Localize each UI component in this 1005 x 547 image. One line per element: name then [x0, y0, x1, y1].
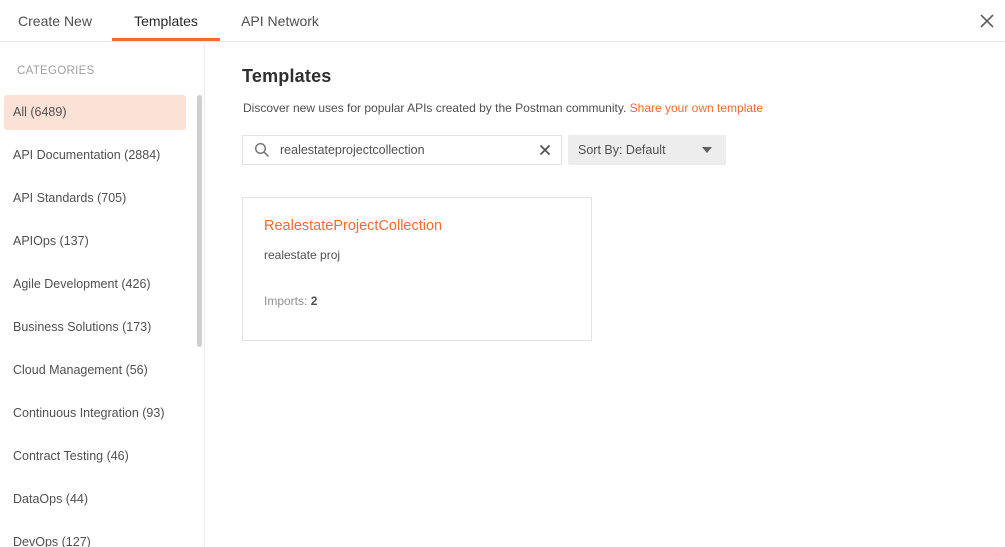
template-card-title[interactable]: RealestateProjectCollection: [264, 218, 442, 234]
template-card-imports: Imports: 2: [264, 294, 317, 308]
sort-label: Sort By: Default: [578, 143, 666, 157]
category-business-solutions[interactable]: Business Solutions (173): [4, 310, 186, 345]
categories-heading: CATEGORIES: [17, 65, 95, 77]
template-card[interactable]: RealestateProjectCollection realestate p…: [242, 197, 592, 341]
category-cloud-management[interactable]: Cloud Management (56): [4, 353, 186, 388]
share-template-link[interactable]: Share your own template: [630, 101, 763, 115]
close-icon: [980, 14, 994, 28]
sidebar-scrollbar-thumb[interactable]: [197, 95, 202, 347]
imports-label: Imports:: [264, 294, 308, 308]
imports-count: 2: [310, 294, 318, 308]
category-apiops[interactable]: APIOps (137): [4, 224, 186, 259]
category-api-documentation[interactable]: API Documentation (2884): [4, 138, 186, 173]
tab-api-network[interactable]: API Network: [222, 0, 338, 42]
search-input[interactable]: [280, 140, 530, 160]
tab-templates[interactable]: Templates: [112, 0, 220, 42]
close-button[interactable]: [974, 8, 1000, 34]
page-title: Templates: [242, 66, 332, 86]
clear-search-icon[interactable]: [538, 143, 552, 157]
sort-dropdown[interactable]: Sort By: Default: [568, 135, 726, 165]
category-devops[interactable]: DevOps (127): [4, 525, 186, 547]
category-continuous-integration[interactable]: Continuous Integration (93): [4, 396, 186, 431]
category-dataops[interactable]: DataOps (44): [4, 482, 186, 517]
template-card-description: realestate proj: [264, 248, 341, 262]
caret-down-icon: [702, 147, 712, 153]
active-tab-indicator: [112, 38, 220, 41]
search-icon: [254, 142, 270, 158]
category-agile-development[interactable]: Agile Development (426): [4, 267, 186, 302]
page-subtitle: Discover new uses for popular APIs creat…: [243, 101, 763, 115]
top-tab-bar: Create New Templates API Network: [0, 0, 1005, 42]
category-all[interactable]: All (6489): [4, 95, 186, 130]
search-field[interactable]: [242, 135, 562, 165]
categories-sidebar: CATEGORIES All (6489) API Documentation …: [0, 43, 205, 547]
category-api-standards[interactable]: API Standards (705): [4, 181, 186, 216]
subtitle-text: Discover new uses for popular APIs creat…: [243, 101, 627, 115]
tab-create-new[interactable]: Create New: [0, 0, 110, 42]
category-contract-testing[interactable]: Contract Testing (46): [4, 439, 186, 474]
